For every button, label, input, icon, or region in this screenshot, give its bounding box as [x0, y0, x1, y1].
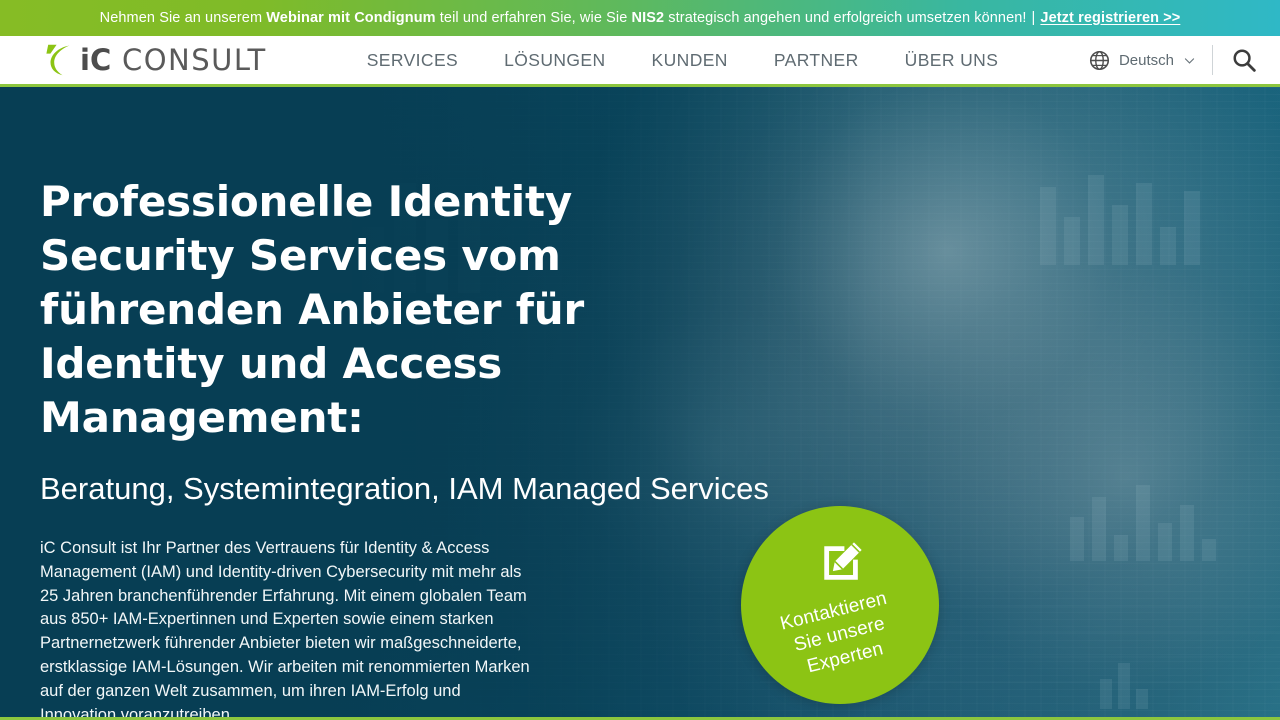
- language-selector[interactable]: Deutsch: [1089, 50, 1212, 71]
- promo-separator: |: [1031, 9, 1036, 26]
- nav-item-partner[interactable]: PARTNER: [774, 50, 859, 71]
- hero-content: Professionelle Identity Security Service…: [40, 87, 800, 720]
- hero-section: Professionelle Identity Security Service…: [0, 87, 1280, 720]
- header-utilities: Deutsch: [1089, 36, 1258, 84]
- site-header: iC CONSULT SERVICES LÖSUNGEN KUNDEN PART…: [0, 36, 1280, 87]
- promo-text-part-1: Nehmen Sie an unserem: [99, 9, 267, 26]
- promo-banner: Nehmen Sie an unserem Webinar mit Condig…: [0, 0, 1280, 36]
- globe-icon: [1089, 50, 1110, 70]
- ic-consult-logo-icon: [46, 44, 70, 76]
- badge-text: Kontaktieren Sie unsere Experten: [778, 587, 901, 683]
- logo-wordmark: iC CONSULT: [80, 43, 267, 77]
- chevron-down-icon: [1184, 57, 1195, 64]
- search-icon: [1233, 49, 1256, 72]
- logo-word-consult: CONSULT: [111, 43, 267, 77]
- promo-banner-text: Nehmen Sie an unserem Webinar mit Condig…: [100, 11, 1181, 26]
- language-label: Deutsch: [1118, 51, 1174, 69]
- logo-word-ic: iC: [80, 43, 112, 77]
- nav-item-ueber-uns[interactable]: ÜBER UNS: [905, 50, 999, 71]
- contact-experts-badge[interactable]: Kontaktieren Sie unsere Experten: [741, 506, 939, 704]
- search-button[interactable]: [1213, 47, 1258, 74]
- promo-register-link[interactable]: Jetzt registrieren >>: [1040, 10, 1180, 26]
- hero-subheadline: Beratung, Systemintegration, IAM Managed…: [40, 471, 769, 506]
- promo-text-bold-2: NIS2: [631, 9, 665, 26]
- nav-item-kunden[interactable]: KUNDEN: [652, 50, 728, 71]
- edit-pencil-icon: [824, 542, 862, 580]
- logo-link[interactable]: iC CONSULT: [44, 42, 267, 78]
- nav-item-services[interactable]: SERVICES: [367, 50, 458, 71]
- promo-text-part-2: teil und erfahren Sie, wie Sie: [435, 9, 632, 26]
- nav-item-loesungen[interactable]: LÖSUNGEN: [504, 50, 605, 71]
- main-navigation: SERVICES LÖSUNGEN KUNDEN PARTNER ÜBER UN…: [367, 50, 999, 71]
- hero-body-text: iC Consult ist Ihr Partner des Vertrauen…: [40, 539, 530, 720]
- promo-text-bold-1: Webinar mit Condignum: [266, 9, 436, 26]
- hero-headline: Professionelle Identity Security Service…: [40, 177, 584, 442]
- promo-text-part-3: strategisch angehen und erfolgreich umse…: [664, 9, 1027, 26]
